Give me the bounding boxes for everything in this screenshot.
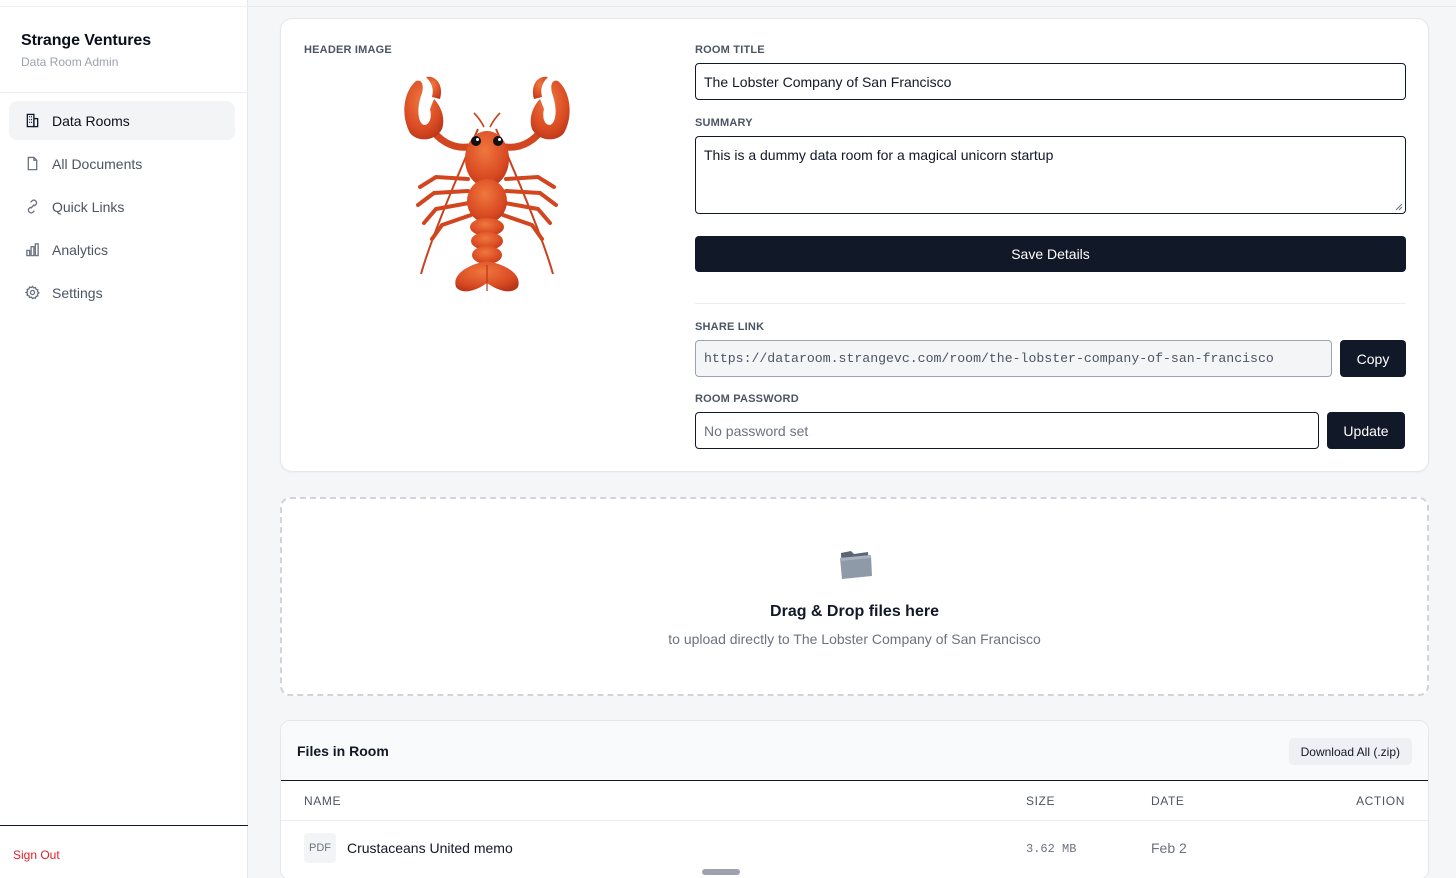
folder-icon xyxy=(838,547,874,581)
sidebar: Strange Ventures Data Room Admin Data Ro… xyxy=(0,0,248,878)
link-icon xyxy=(24,199,40,215)
sign-out-link[interactable]: Sign Out xyxy=(13,848,60,862)
top-strip xyxy=(248,0,1456,7)
room-title-input[interactable]: The Lobster Company of San Francisco xyxy=(695,63,1406,100)
pdf-file-icon: PDF xyxy=(304,833,336,863)
password-row: No password set Update xyxy=(695,412,1406,449)
save-details-button[interactable]: Save Details xyxy=(695,236,1406,272)
share-link-row: https://dataroom.strangevc.com/room/the-… xyxy=(695,340,1406,377)
brand: Strange Ventures Data Room Admin xyxy=(21,32,151,69)
room-title-label: ROOM TITLE xyxy=(695,44,765,56)
header-image-label: HEADER IMAGE xyxy=(304,44,392,56)
download-all-button[interactable]: Download All (.zip) xyxy=(1288,738,1412,765)
bar-chart-icon xyxy=(24,242,40,258)
sidebar-item-quick-links[interactable]: Quick Links xyxy=(9,187,235,226)
lobster-image[interactable] xyxy=(396,69,578,294)
share-link-input[interactable]: https://dataroom.strangevc.com/room/the-… xyxy=(695,340,1332,377)
room-details-card: HEADER IMAGE ROOM TITLE The Lobster Comp… xyxy=(280,18,1429,472)
room-password-label: ROOM PASSWORD xyxy=(695,393,799,405)
sidebar-item-label: Data Rooms xyxy=(52,112,130,129)
file-size: 3.62 MB xyxy=(1026,842,1077,856)
resize-grip-icon[interactable] xyxy=(1395,203,1403,211)
room-password-input[interactable]: No password set xyxy=(695,412,1319,449)
summary-textarea[interactable]: This is a dummy data room for a magical … xyxy=(695,136,1406,214)
sidebar-item-settings[interactable]: Settings xyxy=(9,273,235,312)
files-header: Files in Room Download All (.zip) xyxy=(281,721,1428,781)
sidebar-item-data-rooms[interactable]: Data Rooms xyxy=(9,101,235,140)
column-header-name[interactable]: NAME xyxy=(304,794,341,808)
share-link-label: SHARE LINK xyxy=(695,321,765,333)
file-dropzone[interactable]: Drag & Drop files here to upload directl… xyxy=(280,497,1429,696)
table-header: NAME SIZE DATE ACTION xyxy=(281,781,1428,821)
sidebar-item-label: Quick Links xyxy=(52,198,125,215)
sign-out-divider xyxy=(0,825,248,826)
dropzone-subtitle: to upload directly to The Lobster Compan… xyxy=(668,631,1041,647)
sidebar-item-label: Settings xyxy=(52,284,103,301)
copy-button[interactable]: Copy xyxy=(1340,340,1406,377)
column-header-action: ACTION xyxy=(1356,794,1405,808)
sidebar-divider xyxy=(0,92,248,93)
brand-subtitle: Data Room Admin xyxy=(21,55,119,69)
sidebar-top-divider xyxy=(0,6,248,7)
column-header-size[interactable]: SIZE xyxy=(1026,794,1055,808)
document-icon xyxy=(24,156,40,172)
scroll-handle[interactable] xyxy=(702,869,740,875)
file-name[interactable]: Crustaceans United memo xyxy=(347,840,513,856)
column-header-date[interactable]: DATE xyxy=(1151,794,1185,808)
form-divider xyxy=(695,303,1406,304)
room-form: ROOM TITLE The Lobster Company of San Fr… xyxy=(695,44,1406,449)
sidebar-item-label: Analytics xyxy=(52,241,109,258)
sidebar-item-label: All Documents xyxy=(52,155,143,172)
sidebar-item-analytics[interactable]: Analytics xyxy=(9,230,235,269)
sidebar-item-all-documents[interactable]: All Documents xyxy=(9,144,235,183)
files-table-card: Files in Room Download All (.zip) NAME S… xyxy=(280,720,1429,878)
summary-text: This is a dummy data room for a magical … xyxy=(704,147,1054,163)
brand-title: Strange Ventures xyxy=(21,32,152,49)
sidebar-nav: Data Rooms All Documents Quick Links Ana… xyxy=(9,101,235,316)
files-title: Files in Room xyxy=(297,743,389,759)
summary-label: SUMMARY xyxy=(695,117,753,129)
table-row[interactable]: PDF Crustaceans United memo 3.62 MB Feb … xyxy=(281,821,1428,878)
gear-icon xyxy=(24,285,40,301)
dropzone-title: Drag & Drop files here xyxy=(770,603,939,620)
building-icon xyxy=(24,113,40,129)
update-password-button[interactable]: Update xyxy=(1327,412,1405,449)
file-date: Feb 2 xyxy=(1151,840,1187,856)
